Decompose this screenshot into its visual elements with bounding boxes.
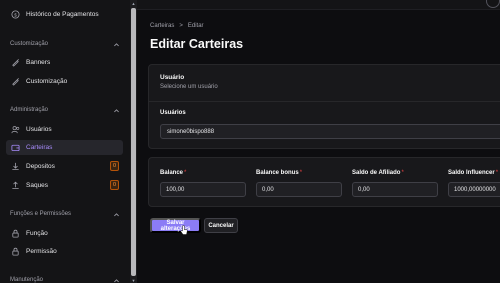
sidebar-scrollbar[interactable]: ▲ ▼ [130,0,137,283]
scrollbar-thumb[interactable] [131,8,136,276]
balance-bonus-input[interactable]: 0,00 [256,182,342,197]
sidebar-item-depositos[interactable]: Depositos 0 [6,159,123,174]
label-text: Saldo de Afiliado [352,170,401,176]
balances-card: Balance* 100,00 Balance bonus* 0,00 Sald… [148,157,500,207]
sidebar: $ Histórico de Pagamentos Customização B… [0,0,130,283]
breadcrumb-separator: > [179,23,183,29]
avatar[interactable] [486,0,500,8]
scroll-down-arrow-icon[interactable]: ▼ [130,277,137,283]
breadcrumb-link-carteiras[interactable]: Carteiras [150,23,174,29]
depositos-count-badge: 0 [110,161,119,171]
balance-field-label: Balance* [160,170,186,176]
chevron-up-icon [114,42,119,46]
brush-icon [11,58,20,67]
saldo-afiliado-input[interactable]: 0,00 [352,182,438,197]
section-customizacao[interactable]: Customização [10,39,120,49]
sidebar-item-label: Usuários [26,126,52,133]
saques-count-badge: 0 [110,180,119,190]
scroll-up-arrow-icon[interactable]: ▲ [130,0,137,6]
sidebar-item-label: Carteiras [26,144,53,151]
usuarios-field-label: Usuários [160,110,186,116]
user-section-subtitle: Selecione um usuário [160,84,218,90]
upload-icon [11,181,20,190]
lock-icon [11,247,20,256]
sidebar-item-label: Banners [26,59,51,66]
sidebar-item-customizacao[interactable]: Customização [6,74,123,89]
cancel-button[interactable]: Cancelar [204,218,238,233]
chevron-up-icon [114,278,119,282]
lock-icon [11,229,20,238]
user-section-card: Usuário Selecione um usuário Usuários si… [148,64,500,149]
sidebar-item-banners[interactable]: Banners [6,55,123,70]
sidebar-item-permissao[interactable]: Permissão [6,244,123,259]
saldo-afiliado-field-label: Saldo de Afiliado* [352,170,404,176]
required-marker: * [184,170,187,176]
sidebar-item-saques[interactable]: Saques 0 [6,178,123,193]
sidebar-item-label: Permissão [26,248,57,255]
sidebar-item-label: Depositos [26,163,55,170]
wallet-icon [11,143,20,152]
usuarios-select[interactable]: simone0bispo888 [160,124,500,139]
breadcrumb-current: Editar [187,23,204,29]
dollar-circle-icon: $ [11,10,20,19]
balance-bonus-field-label: Balance bonus* [256,170,302,176]
required-marker: * [299,170,303,176]
sidebar-item-label: Customização [26,78,68,85]
svg-text:$: $ [14,12,17,18]
download-icon [11,162,20,171]
sidebar-item-label: Saques [26,182,49,189]
required-marker: * [495,170,499,176]
page-title: Editar Carteiras [150,37,244,51]
sidebar-item-label: Histórico de Pagamentos [26,11,99,18]
label-text: Saldo Influencer [448,170,495,176]
sidebar-item-label: Função [26,230,48,237]
section-funcoes-permissoes[interactable]: Funções e Permissões [10,209,120,219]
user-section-title: Usuário [160,74,185,81]
mouse-pointer-icon [180,225,188,235]
sidebar-item-funcao[interactable]: Função [6,226,123,241]
sidebar-item-carteiras[interactable]: Carteiras [6,140,123,155]
saldo-influencer-field-label: Saldo Influencer* [448,170,498,176]
saldo-influencer-input[interactable]: 1000,00000000 [448,182,500,197]
breadcrumb: Carteiras > Editar [150,23,204,29]
sidebar-item-usuarios[interactable]: Usuários [6,122,123,137]
sidebar-item-historico-pagamentos[interactable]: $ Histórico de Pagamentos [6,7,123,22]
label-text: Balance [160,170,184,176]
chevron-up-icon [114,108,119,112]
section-administracao[interactable]: Administração [10,105,120,115]
section-label: Funções e Permissões [10,211,72,217]
section-manutencao[interactable]: Manutenção [10,275,120,283]
required-marker: * [401,170,404,176]
top-bar [137,0,500,10]
balance-input[interactable]: 100,00 [160,182,246,197]
divider [149,101,500,102]
users-icon [11,125,20,134]
chevron-up-icon [114,212,119,216]
section-label: Customização [10,41,49,47]
section-label: Manutenção [10,277,44,283]
save-button[interactable]: Salvar alterações [150,218,201,233]
section-label: Administração [10,107,49,113]
brush-icon [11,77,20,86]
label-text: Balance bonus [256,170,299,176]
